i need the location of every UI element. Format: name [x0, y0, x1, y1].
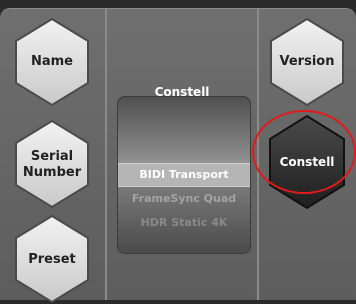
serial-number-button-label: Serial Number [22, 149, 82, 180]
name-button[interactable]: Name [14, 17, 90, 107]
highlight-circle [252, 110, 356, 194]
picker-option[interactable]: HDR Static 4K [118, 212, 250, 234]
preset-button[interactable]: Preset [14, 214, 90, 304]
version-button[interactable]: Version [269, 17, 345, 107]
version-button-label: Version [279, 54, 335, 69]
name-button-label: Name [30, 54, 73, 69]
left-panel: Name Serial Number Preset [0, 8, 106, 304]
picker-option-selected[interactable]: BIDI Transport [118, 163, 250, 187]
center-panel: Constell BIDI Transport FrameSync Quad H… [106, 8, 258, 300]
preset-button-label: Preset [28, 252, 76, 267]
serial-number-button[interactable]: Serial Number [14, 119, 90, 209]
device-ui-screen: Name Serial Number Preset Constell BIDI … [0, 0, 356, 304]
preset-picker-wheel[interactable]: BIDI Transport FrameSync Quad HDR Static… [117, 96, 251, 254]
picker-option[interactable]: FrameSync Quad [118, 188, 250, 210]
